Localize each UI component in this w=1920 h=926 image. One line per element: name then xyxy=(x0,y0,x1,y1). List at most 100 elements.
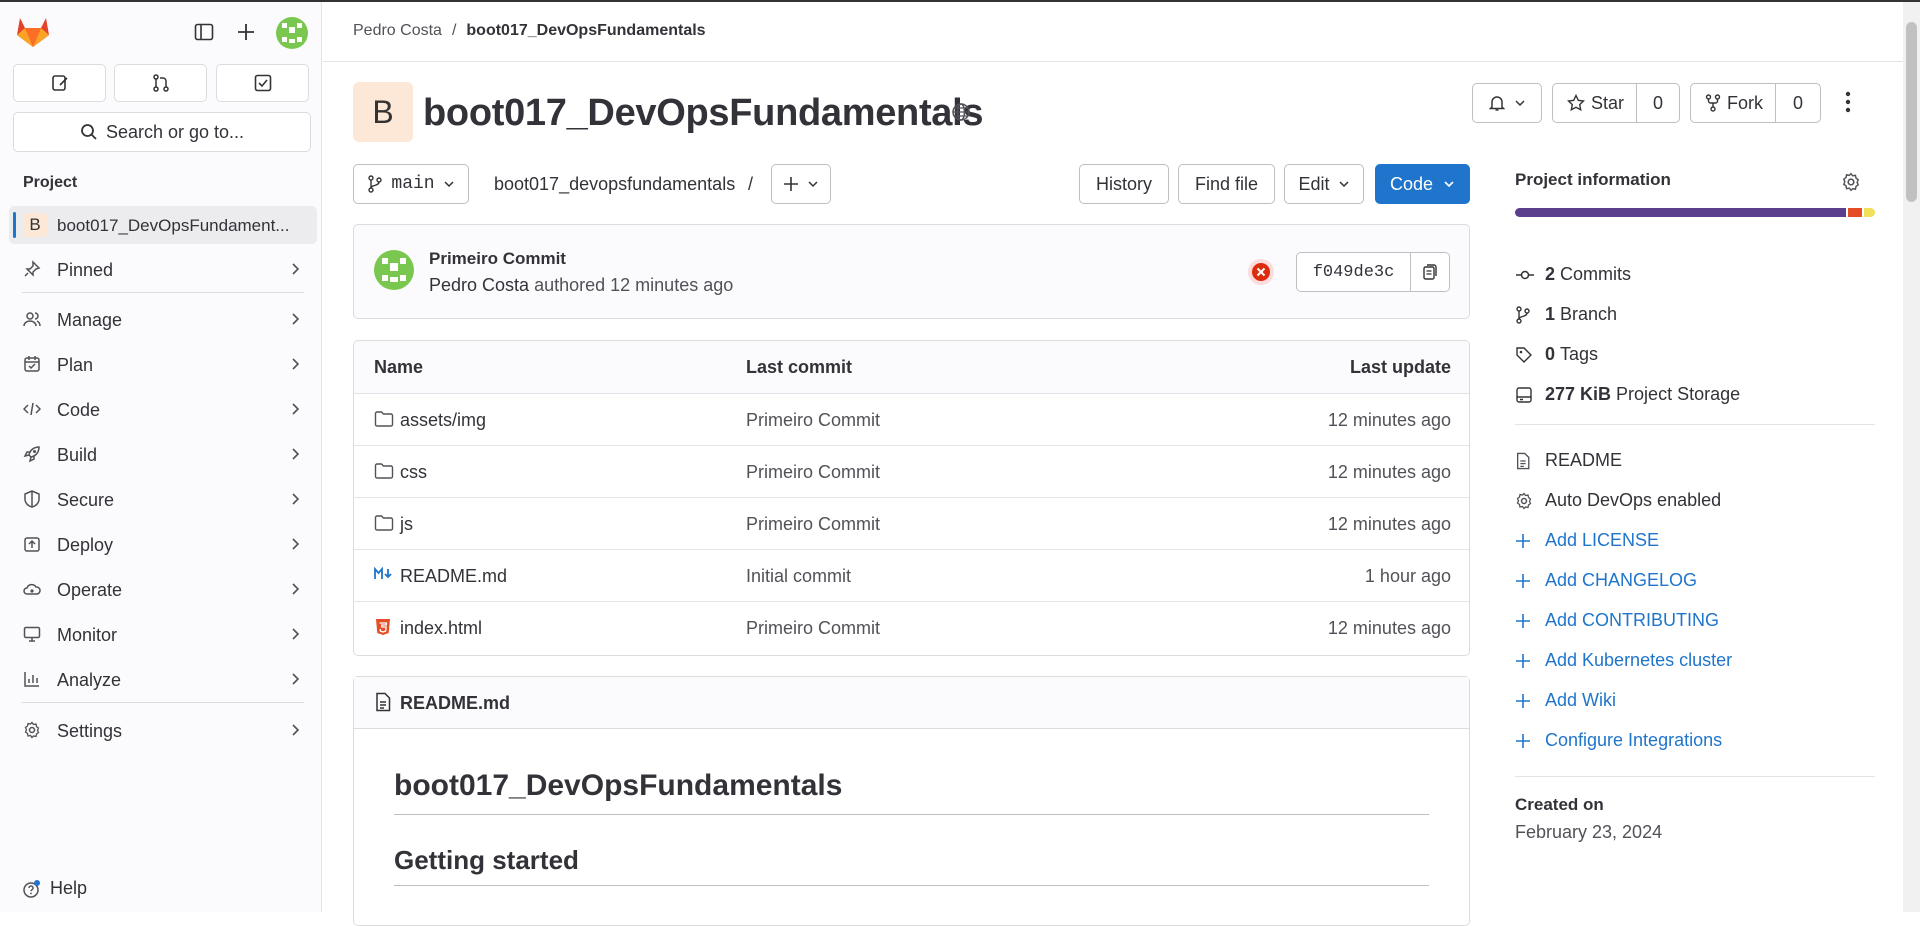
file-name-link[interactable]: README.md xyxy=(400,566,507,587)
create-new-icon[interactable] xyxy=(236,22,256,42)
commit-sha-button[interactable]: f049de3c xyxy=(1296,252,1411,292)
sidebar-header xyxy=(0,2,322,62)
scrollbar-thumb[interactable] xyxy=(1906,22,1917,202)
commit-action: authored xyxy=(534,275,606,295)
file-last-commit-link[interactable]: Primeiro Commit xyxy=(746,618,880,639)
branch-selector[interactable]: main xyxy=(353,164,469,204)
readme-link-label: README xyxy=(1545,450,1623,470)
sidebar-item-deploy[interactable]: Deploy xyxy=(9,525,317,563)
plus-icon xyxy=(1515,733,1539,749)
storage-icon xyxy=(1515,386,1539,404)
sidebar-item-label: Deploy xyxy=(57,535,114,555)
history-button[interactable]: History xyxy=(1079,164,1169,204)
page-title: boot017_DevOpsFundamentals xyxy=(423,92,984,134)
sidebar-item-project[interactable]: B boot017_DevOpsFundament... xyxy=(9,206,317,244)
file-last-commit-link[interactable]: Primeiro Commit xyxy=(746,462,880,483)
sidebar-item-monitor[interactable]: Monitor xyxy=(9,615,317,653)
file-last-commit-link[interactable]: Primeiro Commit xyxy=(746,410,880,431)
storage-stat-link[interactable]: 277 KiB Project Storage xyxy=(1515,384,1740,405)
sidebar-item-code[interactable]: Code xyxy=(9,390,317,428)
breadcrumb: Pedro Costa / boot017_DevOpsFundamentals xyxy=(353,22,706,40)
add-contributing-link[interactable]: Add CONTRIBUTING xyxy=(1515,610,1719,631)
fork-action[interactable]: Fork xyxy=(1691,93,1775,114)
file-name-link[interactable]: css xyxy=(400,462,427,483)
chevron-right-icon xyxy=(291,447,301,461)
file-name-link[interactable]: assets/img xyxy=(400,410,486,431)
file-last-commit-link[interactable]: Initial commit xyxy=(746,566,851,587)
table-row[interactable]: index.html Primeiro Commit 12 minutes ag… xyxy=(354,601,1469,653)
code-dropdown[interactable]: Code xyxy=(1375,164,1470,204)
readme-panel: README.md boot017_DevOpsFundamentals Get… xyxy=(353,676,1470,926)
breadcrumb-project-link[interactable]: boot017_DevOpsFundamentals xyxy=(466,22,705,40)
assigned-issues-button[interactable] xyxy=(13,64,106,102)
todo-list-button[interactable] xyxy=(216,64,309,102)
file-name-link[interactable]: js xyxy=(400,514,413,535)
commit-author-avatar[interactable] xyxy=(374,250,414,290)
fork-count[interactable]: 0 xyxy=(1776,93,1820,114)
add-kubernetes-link[interactable]: Add Kubernetes cluster xyxy=(1515,650,1732,671)
add-to-tree-dropdown[interactable] xyxy=(771,164,831,204)
star-count[interactable]: 0 xyxy=(1637,93,1679,114)
commit-title-link[interactable]: Primeiro Commit xyxy=(429,249,566,269)
sidebar-item-analyze[interactable]: Analyze xyxy=(9,660,317,698)
commits-stat-link[interactable]: 2 Commits xyxy=(1515,264,1631,285)
more-actions-icon[interactable] xyxy=(1843,90,1853,114)
sidebar-item-pinned[interactable]: Pinned xyxy=(9,250,317,288)
sidebar-item-secure[interactable]: Secure xyxy=(9,480,317,518)
commit-icon xyxy=(1515,268,1539,282)
sidebar-item-label: Plan xyxy=(57,355,94,375)
add-license-link[interactable]: Add LICENSE xyxy=(1515,530,1659,551)
repository-languages-bar[interactable] xyxy=(1515,208,1875,217)
search-button[interactable]: Search or go to... xyxy=(13,112,311,152)
language-segment[interactable] xyxy=(1848,208,1863,217)
auto-devops-label: Auto DevOps enabled xyxy=(1545,490,1722,510)
sidebar-toggle-icon[interactable] xyxy=(194,22,214,42)
sidebar-item-label: Secure xyxy=(57,490,115,510)
sidebar-item-plan[interactable]: Plan xyxy=(9,345,317,383)
sidebar-item-manage[interactable]: Manage xyxy=(9,300,317,338)
fork-button[interactable]: Fork 0 xyxy=(1690,83,1821,123)
copy-sha-button[interactable] xyxy=(1410,252,1450,292)
repo-path-link[interactable]: boot017_devopsfundamentals xyxy=(494,174,735,195)
merge-requests-button[interactable] xyxy=(114,64,207,102)
edit-dropdown[interactable]: Edit xyxy=(1284,164,1364,204)
star-button[interactable]: Star 0 xyxy=(1552,83,1680,123)
branches-stat-link[interactable]: 1 Branch xyxy=(1515,304,1617,325)
language-segment[interactable] xyxy=(1864,208,1875,217)
add-wiki-link[interactable]: Add Wiki xyxy=(1515,690,1616,711)
notifications-dropdown[interactable] xyxy=(1472,83,1542,123)
table-row[interactable]: assets/img Primeiro Commit 12 minutes ag… xyxy=(354,393,1469,445)
add-changelog-link[interactable]: Add CHANGELOG xyxy=(1515,570,1697,591)
user-avatar[interactable] xyxy=(276,17,308,49)
pipeline-failed-icon[interactable] xyxy=(1247,258,1275,286)
sidebar-item-build[interactable]: Build xyxy=(9,435,317,473)
sidebar-item-settings[interactable]: Settings xyxy=(9,711,317,749)
project-info-divider xyxy=(1515,776,1875,777)
sidebar-item-operate[interactable]: Operate xyxy=(9,570,317,608)
commit-author-link[interactable]: Pedro Costa xyxy=(429,275,529,295)
file-last-commit-link[interactable]: Primeiro Commit xyxy=(746,514,880,535)
table-row[interactable]: README.md Initial commit 1 hour ago xyxy=(354,549,1469,601)
project-avatar: B xyxy=(23,213,47,237)
readme-link[interactable]: README xyxy=(1515,450,1622,471)
find-file-label: Find file xyxy=(1194,173,1259,194)
file-last-update: 12 minutes ago xyxy=(1327,514,1451,534)
plus-icon xyxy=(784,177,798,191)
configure-integrations-link[interactable]: Configure Integrations xyxy=(1515,730,1722,751)
folder-icon xyxy=(374,462,394,480)
auto-devops-link[interactable]: Auto DevOps enabled xyxy=(1515,490,1721,511)
gitlab-logo-icon[interactable] xyxy=(16,16,50,48)
table-row[interactable]: js Primeiro Commit 12 minutes ago xyxy=(354,497,1469,549)
language-segment[interactable] xyxy=(1515,208,1847,217)
star-action[interactable]: Star xyxy=(1553,93,1636,114)
file-name-link[interactable]: index.html xyxy=(400,618,482,639)
find-file-button[interactable]: Find file xyxy=(1178,164,1275,204)
breadcrumb-owner-link[interactable]: Pedro Costa xyxy=(353,22,442,40)
readme-filename-link[interactable]: README.md xyxy=(400,693,510,714)
table-row[interactable]: css Primeiro Commit 12 minutes ago xyxy=(354,445,1469,497)
page-scrollbar[interactable] xyxy=(1903,2,1920,912)
help-button[interactable]: Help xyxy=(22,878,87,899)
tags-stat-link[interactable]: 0 Tags xyxy=(1515,344,1598,365)
sidebar-item-label: Settings xyxy=(57,721,123,741)
gear-icon[interactable] xyxy=(1841,172,1861,192)
